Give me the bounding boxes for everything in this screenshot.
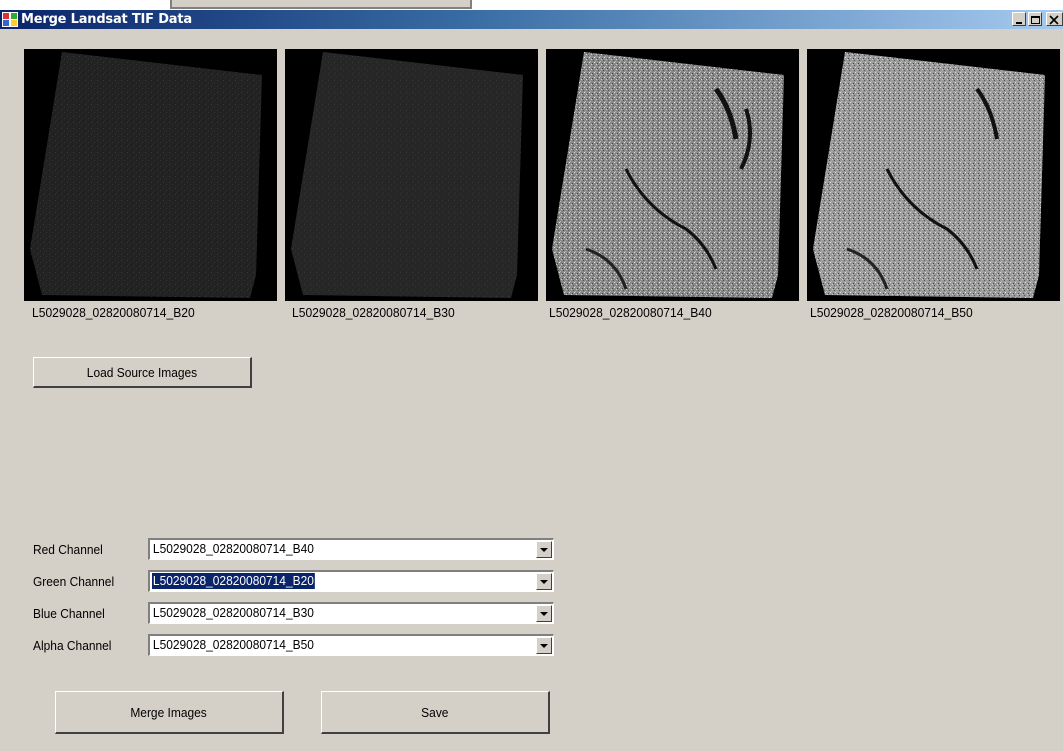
green-channel-select[interactable]: L5029028_02820080714_B20	[148, 570, 554, 592]
chevron-down-icon	[540, 612, 548, 616]
thumbnail-image-b20	[24, 49, 277, 301]
thumbnail-label: L5029028_02820080714_B50	[810, 305, 973, 320]
thumbnail-label: L5029028_02820080714_B20	[32, 305, 195, 320]
thumbnail-image-b50	[807, 49, 1060, 301]
button-label: Save	[421, 704, 449, 720]
alpha-channel-value: L5029028_02820080714_B50	[152, 637, 314, 652]
thumbnail-image-b40	[546, 49, 799, 301]
close-button[interactable]	[1046, 12, 1063, 26]
button-label: Load Source Images	[86, 364, 198, 380]
red-channel-label: Red Channel	[33, 542, 103, 557]
red-channel-value: L5029028_02820080714_B40	[152, 541, 314, 556]
red-channel-select[interactable]: L5029028_02820080714_B40	[148, 538, 554, 560]
button-label: Merge Images	[130, 704, 208, 720]
chevron-down-icon	[540, 644, 548, 648]
background-window-edge	[170, 0, 472, 9]
app-icon	[2, 12, 18, 27]
dropdown-button[interactable]	[536, 637, 552, 654]
satellite-image	[30, 52, 262, 298]
maximize-button[interactable]	[1028, 12, 1042, 26]
minimize-icon	[1016, 22, 1022, 24]
chevron-down-icon	[540, 548, 548, 552]
thumbnail-image-b30	[285, 49, 538, 301]
blue-channel-value: L5029028_02820080714_B30	[152, 605, 314, 620]
dropdown-button[interactable]	[536, 541, 552, 558]
save-button[interactable]: Save	[321, 691, 550, 734]
load-source-images-button[interactable]: Load Source Images	[33, 357, 252, 388]
satellite-image	[291, 52, 523, 298]
alpha-channel-select[interactable]: L5029028_02820080714_B50	[148, 634, 554, 656]
satellite-image	[552, 52, 784, 298]
alpha-channel-label: Alpha Channel	[33, 638, 112, 653]
thumbnail-label: L5029028_02820080714_B30	[292, 305, 455, 320]
maximize-icon	[1031, 16, 1040, 24]
window-title: Merge Landsat TIF Data	[21, 12, 192, 27]
dropdown-button[interactable]	[536, 573, 552, 590]
thumbnail-label: L5029028_02820080714_B40	[549, 305, 712, 320]
dropdown-button[interactable]	[536, 605, 552, 622]
minimize-button[interactable]	[1012, 12, 1026, 26]
main-window: Merge Landsat TIF Data L5029028_02820080…	[0, 10, 1063, 751]
title-bar[interactable]: Merge Landsat TIF Data	[0, 10, 1063, 29]
close-icon	[1049, 15, 1059, 25]
chevron-down-icon	[540, 580, 548, 584]
blue-channel-label: Blue Channel	[33, 606, 105, 621]
satellite-image	[813, 52, 1045, 298]
merge-images-button[interactable]: Merge Images	[55, 691, 284, 734]
green-channel-value: L5029028_02820080714_B20	[152, 573, 315, 589]
blue-channel-select[interactable]: L5029028_02820080714_B30	[148, 602, 554, 624]
green-channel-label: Green Channel	[33, 574, 115, 589]
